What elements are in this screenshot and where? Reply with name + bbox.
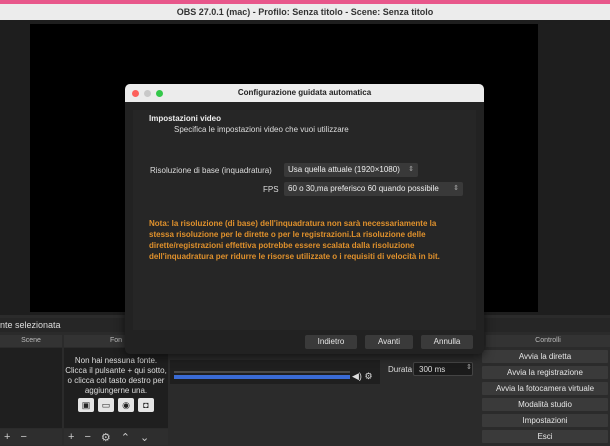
sources-toolbar: + − ⚙ ⌃ ⌄ [64, 429, 168, 445]
close-icon[interactable] [132, 90, 139, 97]
start-virtual-camera-button[interactable]: Avvia la fotocamera virtuale [482, 382, 608, 395]
next-button[interactable]: Avanti [365, 335, 413, 349]
start-streaming-button[interactable]: Avvia la diretta [482, 350, 608, 363]
window-title: OBS 27.0.1 (mac) - Profilo: Senza titolo… [0, 4, 610, 20]
resolution-select[interactable]: Usa quella attuale (1920×1080) ⇕ [284, 163, 418, 177]
fps-select[interactable]: 60 o 30,ma preferisco 60 quando possibil… [284, 182, 463, 196]
speaker-icon[interactable]: ◀) [352, 371, 362, 381]
controls-header: Controlli [486, 335, 610, 347]
add-scene-icon[interactable]: + [4, 431, 10, 443]
start-recording-button[interactable]: Avvia la registrazione [482, 366, 608, 379]
no-source-selected-label: nte selezionata [0, 318, 120, 332]
scenes-header: Scene [0, 335, 62, 347]
duration-input[interactable]: 300 ms [413, 362, 473, 376]
minimize-icon[interactable] [144, 90, 151, 97]
maximize-icon[interactable] [156, 90, 163, 97]
resolution-label: Risoluzione di base (inquadratura) [150, 166, 272, 175]
move-up-icon[interactable]: ⌃ [121, 431, 130, 444]
scenes-toolbar: + − [0, 429, 62, 445]
camera-icon: ◘ [138, 398, 154, 412]
remove-source-icon[interactable]: − [84, 431, 90, 443]
scenes-list[interactable] [0, 348, 62, 428]
dialog-title: Configurazione guidata automatica [125, 84, 484, 102]
audio-meter-track [174, 371, 350, 373]
mixer-icons: ◀) ⚙ [352, 371, 373, 382]
no-sources-hint: Non hai nessuna fonte. Clicca il pulsant… [65, 356, 167, 395]
section-subheading: Specifica le impostazioni video che vuoi… [174, 125, 349, 134]
move-down-icon[interactable]: ⌄ [140, 431, 149, 444]
cancel-button[interactable]: Annulla [421, 335, 473, 349]
globe-icon: ◉ [118, 398, 134, 412]
resolution-note: Nota: la risoluzione (di base) dell'inqu… [149, 219, 440, 261]
resolution-value: Usa quella attuale (1920×1080) [288, 165, 400, 174]
settings-button[interactable]: Impostazioni [482, 414, 608, 427]
chevron-updown-icon: ⇕ [453, 185, 459, 192]
duration-label: Durata [388, 365, 413, 374]
source-type-icons: ▣ ▭ ◉ ◘ [78, 398, 154, 416]
image-icon: ▣ [78, 398, 94, 412]
remove-scene-icon[interactable]: − [20, 431, 26, 443]
spinner-icon[interactable]: ⇕ [466, 363, 472, 371]
section-heading: Impostazioni video [149, 114, 222, 123]
chevron-updown-icon: ⇕ [408, 166, 414, 173]
back-button[interactable]: Indietro [305, 335, 357, 349]
exit-button[interactable]: Esci [482, 430, 608, 443]
volume-slider[interactable] [174, 375, 350, 379]
gear-icon[interactable]: ⚙ [101, 431, 111, 444]
add-source-icon[interactable]: + [68, 431, 74, 443]
display-icon: ▭ [98, 398, 114, 412]
mixer-gear-icon[interactable]: ⚙ [364, 371, 372, 381]
studio-mode-button[interactable]: Modalità studio [482, 398, 608, 411]
fps-label: FPS [263, 185, 279, 194]
auto-config-dialog: Configurazione guidata automatica Impost… [125, 84, 484, 354]
fps-value: 60 o 30,ma preferisco 60 quando possibil… [288, 184, 439, 193]
